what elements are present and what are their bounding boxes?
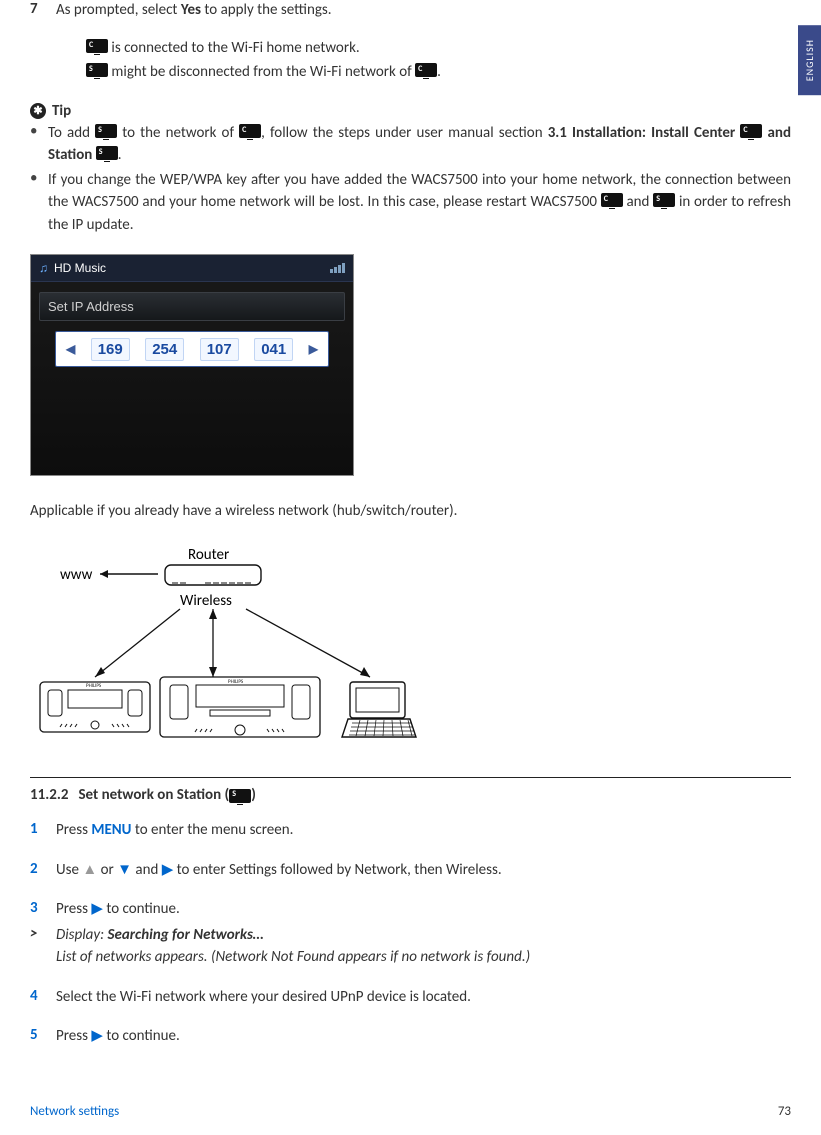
- section-divider: [30, 777, 791, 778]
- svg-text:PHILIPS: PHILIPS: [228, 679, 244, 685]
- wireless-label: Wireless: [180, 592, 232, 610]
- ip-label: Set IP Address: [39, 292, 345, 321]
- step-3-display: Display: Searching for Networks… List of…: [56, 925, 791, 969]
- language-tab: ENGLISH: [798, 25, 821, 95]
- center-icon: C: [239, 124, 261, 138]
- center-device-icon: PHILIPS: [160, 677, 320, 737]
- display-marker: >: [30, 925, 56, 969]
- tip-label: Tip: [52, 102, 71, 120]
- ip-field[interactable]: ◀ 169 254 107 041 ▶: [55, 331, 329, 367]
- station-device-icon: PHILIPS: [40, 682, 150, 732]
- station-icon: S: [229, 789, 251, 803]
- right-arrow-icon: ▶: [91, 1027, 103, 1045]
- tip-bullet-1: To add S to the network of C, follow the…: [48, 122, 791, 167]
- step-7-text: As prompted, select Yes to apply the set…: [56, 0, 791, 22]
- step-number: 1: [30, 820, 56, 842]
- ip-octet: 107: [200, 338, 239, 361]
- station-icon: S: [86, 63, 108, 77]
- right-arrow-icon: ▶: [91, 900, 103, 918]
- step-2-text: Use ▲ or ▼ and ▶ to enter Settings follo…: [56, 860, 791, 882]
- signal-icon: [330, 263, 345, 273]
- chevron-right-icon: ▶: [309, 342, 318, 356]
- page-number: 73: [778, 1104, 791, 1119]
- step-5-text: Press ▶ to continue.: [56, 1026, 791, 1048]
- center-icon: C: [601, 193, 623, 207]
- step-number: 4: [30, 987, 56, 1009]
- bullet-icon: •: [30, 169, 48, 237]
- disconnected-line: S might be disconnected from the Wi-Fi n…: [86, 60, 791, 84]
- step-3-text: Press ▶ to continue.: [56, 899, 791, 921]
- tip-bullet-2: If you change the WEP/WPA key after you …: [48, 169, 791, 237]
- step-4-text: Select the Wi-Fi network where your desi…: [56, 987, 791, 1009]
- device-screenshot: ♫ HD Music Set IP Address ◀ 169 254 107 …: [30, 254, 354, 476]
- ip-octet: 169: [91, 338, 130, 361]
- right-arrow-icon: ▶: [162, 861, 174, 879]
- station-icon: S: [96, 146, 118, 160]
- station-icon: S: [95, 124, 117, 138]
- down-arrow-icon: ▼: [117, 861, 132, 879]
- music-note-icon: ♫: [39, 261, 48, 275]
- chevron-left-icon: ◀: [66, 342, 75, 356]
- ip-octet: 254: [145, 338, 184, 361]
- network-diagram: www Router Wireless: [30, 537, 791, 757]
- screen-title: HD Music: [54, 261, 106, 275]
- router-label: Router: [188, 546, 229, 564]
- step-1-text: Press MENU to enter the menu screen.: [56, 820, 791, 842]
- step-number: 2: [30, 860, 56, 882]
- tip-icon: ✱: [30, 103, 46, 119]
- center-icon: C: [86, 39, 108, 53]
- bullet-icon: •: [30, 122, 48, 167]
- step-number: 5: [30, 1026, 56, 1048]
- footer-section: Network settings: [30, 1104, 119, 1119]
- applicable-text: Applicable if you already have a wireles…: [30, 500, 791, 523]
- station-icon: S: [653, 193, 675, 207]
- step-number-7: 7: [30, 0, 56, 22]
- section-heading: 11.2.2Set network on Station (S): [30, 786, 791, 804]
- up-arrow-icon: ▲: [82, 861, 97, 879]
- step-number: 3: [30, 899, 56, 921]
- ip-octet: 041: [254, 338, 293, 361]
- www-label: www: [60, 566, 93, 584]
- connected-line: C is connected to the Wi-Fi home network…: [86, 36, 791, 60]
- laptop-icon: [342, 682, 416, 737]
- svg-text:PHILIPS: PHILIPS: [86, 683, 102, 689]
- center-icon: C: [415, 63, 437, 77]
- center-icon: C: [740, 124, 762, 138]
